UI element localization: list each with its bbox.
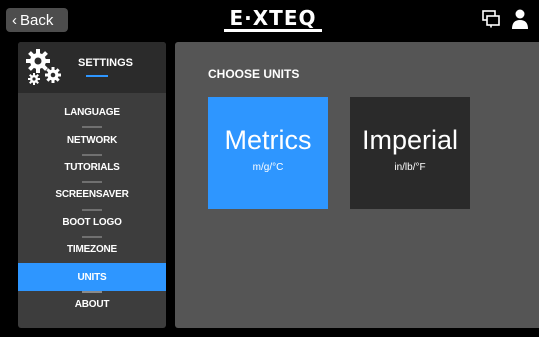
- chevron-left-icon: ‹: [12, 11, 17, 29]
- back-button[interactable]: ‹ Back: [6, 8, 68, 32]
- units-panel: CHOOSE UNITS Metrics m/g/°C Imperial in/…: [175, 42, 539, 328]
- imperial-option-button[interactable]: Imperial in/lb/°F: [350, 97, 470, 209]
- title-underline: [86, 75, 108, 77]
- sidebar-item-network[interactable]: NETWORK: [18, 126, 166, 156]
- sidebar-item-label: ABOUT: [74, 298, 110, 310]
- gears-icon: [26, 49, 61, 85]
- sidebar-item-label: BOOT LOGO: [62, 216, 122, 228]
- page-title: CHOOSE UNITS: [208, 67, 300, 81]
- sidebar-item-timezone[interactable]: TIMEZONE: [18, 236, 166, 266]
- sidebar-item-about[interactable]: ABOUT: [18, 291, 166, 318]
- sidebar-item-label: SCREENSAVER: [55, 189, 129, 201]
- sidebar-item-boot-logo[interactable]: BOOT LOGO: [18, 209, 166, 238]
- option-label: Imperial: [361, 125, 459, 155]
- sidebar-header: SETTINGS: [18, 42, 166, 93]
- metrics-option-button[interactable]: Metrics m/g/°C: [208, 97, 328, 209]
- sidebar-item-units[interactable]: UNITS: [18, 263, 166, 293]
- sidebar-item-label: NETWORK: [66, 134, 118, 146]
- option-label: Metrics: [224, 125, 312, 155]
- sidebar-item-label: TIMEZONE: [66, 244, 118, 256]
- option-units: in/lb/°F: [394, 162, 426, 173]
- top-bar: ‹ Back E·XTEQ: [0, 0, 539, 38]
- sidebar-title: SETTINGS: [78, 57, 134, 69]
- option-units: m/g/°C: [252, 162, 284, 173]
- settings-menu: LANGUAGE NETWORK TUTORIALS SCREENSAVER B…: [18, 99, 166, 318]
- sidebar-item-screensaver[interactable]: SCREENSAVER: [18, 181, 166, 211]
- sidebar-item-label: TUTORIALS: [64, 161, 120, 173]
- sidebar-item-label: UNITS: [77, 271, 107, 283]
- sidebar-item-tutorials[interactable]: TUTORIALS: [18, 154, 166, 184]
- sidebar-item-language[interactable]: LANGUAGE: [18, 99, 166, 129]
- network-icon[interactable]: [482, 10, 500, 28]
- brand-logo: E·XTEQ: [224, 6, 322, 32]
- settings-sidebar: SETTINGS LANGUAGE NETWORK TUTORIALS SCRE…: [18, 42, 166, 328]
- sidebar-item-label: LANGUAGE: [64, 107, 120, 119]
- back-label: Back: [20, 11, 54, 29]
- user-icon[interactable]: [511, 9, 529, 29]
